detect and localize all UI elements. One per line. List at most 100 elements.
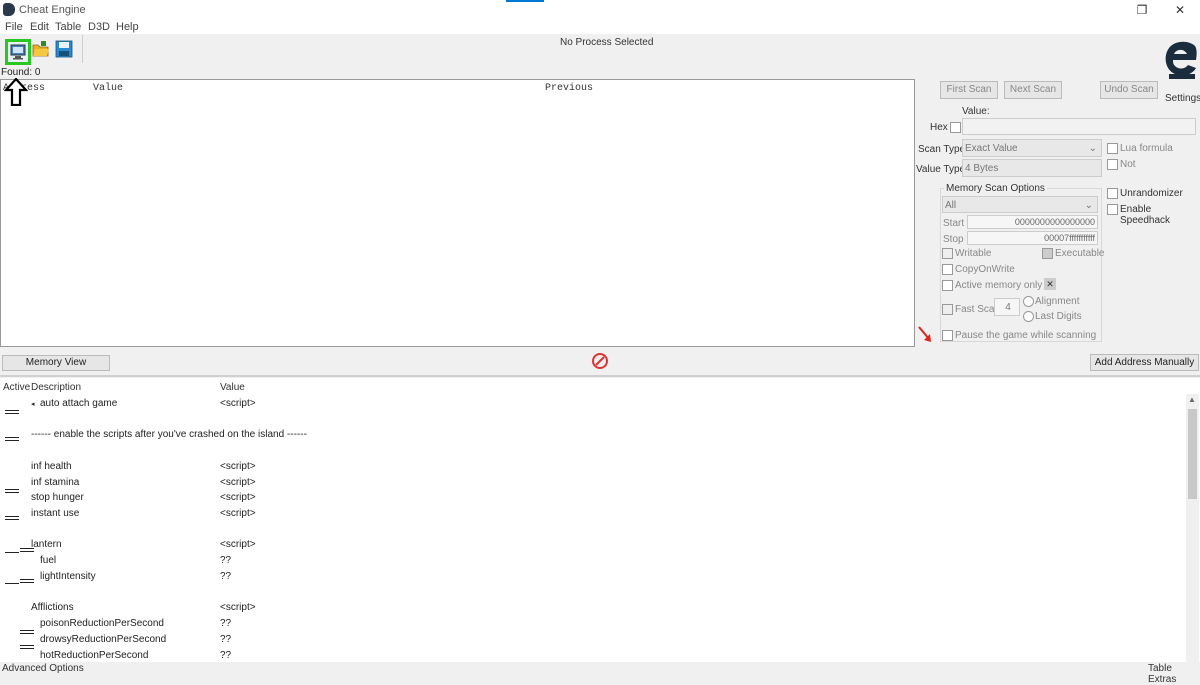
scroll-up-icon[interactable]: ▲ <box>1188 395 1196 404</box>
table-row-value[interactable]: <script> <box>220 508 256 519</box>
settings-logo-button[interactable] <box>1163 38 1199 80</box>
fast-scan-checkbox[interactable] <box>942 304 953 315</box>
speedhack-checkbox[interactable] <box>1107 204 1118 215</box>
table-row-description[interactable]: drowsyReductionPerSecond <box>40 634 166 645</box>
memory-region-select[interactable]: All ⌄ <box>942 196 1098 213</box>
unrandomizer-label: Unrandomizer <box>1120 188 1183 199</box>
title-bar <box>0 0 1200 20</box>
writable-checkbox[interactable] <box>942 248 953 259</box>
table-row-description[interactable]: fuel <box>40 555 56 566</box>
active-checkbox[interactable] <box>5 437 19 441</box>
executable-checkbox[interactable] <box>1042 248 1053 259</box>
header-description[interactable]: Description <box>31 382 81 393</box>
active-checkbox[interactable] <box>5 489 19 493</box>
table-row-description[interactable]: instant use <box>31 508 79 519</box>
last-digits-label: Last Digits <box>1035 311 1082 322</box>
save-button[interactable] <box>55 40 73 58</box>
scrollbar-thumb[interactable] <box>1188 409 1197 499</box>
table-row-value[interactable]: ?? <box>220 555 231 566</box>
last-digits-radio[interactable] <box>1023 311 1034 322</box>
next-scan-button[interactable]: Next Scan <box>1004 81 1062 99</box>
active-checkbox[interactable] <box>20 645 34 649</box>
header-active[interactable]: Active <box>3 382 30 393</box>
stop-address-input[interactable]: 00007fffffffffff <box>967 231 1098 245</box>
active-checkbox[interactable] <box>5 552 19 553</box>
active-checkbox[interactable] <box>20 630 34 634</box>
scan-type-label: Scan Type <box>918 144 966 155</box>
active-checkbox[interactable] <box>5 516 19 520</box>
table-row-value[interactable]: <script> <box>220 477 256 488</box>
table-row-value[interactable]: <script> <box>220 539 256 550</box>
menu-edit[interactable]: Edit <box>30 21 49 33</box>
header-value[interactable]: Value <box>220 382 245 393</box>
undo-scan-button[interactable]: Undo Scan <box>1100 81 1158 99</box>
memory-view-button[interactable]: Memory View <box>2 355 110 371</box>
up-arrow-annotation-icon <box>3 77 29 109</box>
menu-d3d[interactable]: D3D <box>88 21 110 33</box>
pause-game-checkbox[interactable] <box>942 330 953 341</box>
table-row-description[interactable]: stop hunger <box>31 492 84 503</box>
pointer-arrow-icon[interactable] <box>917 325 933 346</box>
table-row-description[interactable]: inf health <box>31 461 72 472</box>
table-row-value[interactable]: ?? <box>220 634 231 645</box>
menu-help[interactable]: Help <box>116 21 139 33</box>
scan-type-select[interactable]: Exact Value ⌄ <box>962 139 1102 157</box>
table-row-value[interactable]: <script> <box>220 461 256 472</box>
table-row-value[interactable]: <script> <box>220 492 256 503</box>
table-row-value[interactable]: ?? <box>220 650 231 661</box>
copyonwrite-checkbox[interactable] <box>942 264 953 275</box>
table-row-description[interactable]: inf stamina <box>31 477 79 488</box>
close-icon[interactable]: ✕ <box>1044 278 1056 290</box>
panel-splitter[interactable] <box>0 375 1200 377</box>
scan-results-list[interactable] <box>0 79 915 347</box>
first-scan-button[interactable]: First Scan <box>940 81 998 99</box>
open-process-button[interactable] <box>5 39 31 65</box>
menu-file[interactable]: File <box>5 21 23 33</box>
cheat-engine-logo-icon <box>1165 41 1197 79</box>
not-label: Not <box>1120 159 1136 170</box>
expand-arrow-icon[interactable]: ◂ <box>31 400 35 408</box>
table-row-description[interactable]: Afflictions <box>31 602 74 613</box>
column-previous[interactable]: Previous <box>545 83 593 94</box>
menu-table[interactable]: Table <box>55 21 81 33</box>
unrandomizer-checkbox[interactable] <box>1107 188 1118 199</box>
restore-button[interactable]: ❐ <box>1132 2 1152 18</box>
stop-icon[interactable] <box>592 353 608 369</box>
table-row-value[interactable]: ?? <box>220 618 231 629</box>
table-row-value[interactable]: <script> <box>220 602 256 613</box>
table-row-description[interactable]: ------ enable the scripts after you've c… <box>31 429 307 440</box>
close-button[interactable]: ✕ <box>1170 2 1190 18</box>
table-row-description[interactable]: auto attach game <box>40 398 117 409</box>
table-row-description[interactable]: lantern <box>31 539 62 550</box>
memory-options-title: Memory Scan Options <box>944 183 1047 194</box>
lua-formula-checkbox[interactable] <box>1107 143 1118 154</box>
table-row-description[interactable]: poisonReductionPerSecond <box>40 618 164 629</box>
active-checkbox[interactable] <box>5 583 19 584</box>
hex-checkbox[interactable] <box>950 122 961 133</box>
alignment-radio[interactable] <box>1023 296 1034 307</box>
cheat-table[interactable] <box>0 378 1200 662</box>
value-type-select[interactable]: 4 Bytes <box>962 159 1102 177</box>
table-row-value[interactable]: ?? <box>220 571 231 582</box>
open-file-button[interactable] <box>32 40 50 58</box>
active-checkbox[interactable] <box>20 579 34 583</box>
column-value[interactable]: Value <box>93 83 123 94</box>
add-address-manually-button[interactable]: Add Address Manually <box>1090 354 1199 371</box>
title-accent-line <box>506 0 544 2</box>
scan-value-input[interactable] <box>962 118 1196 135</box>
advanced-options-link[interactable]: Advanced Options <box>2 663 84 674</box>
table-row-description[interactable]: hotReductionPerSecond <box>40 650 148 661</box>
fast-scan-input[interactable]: 4 <box>994 298 1020 316</box>
table-extras-link[interactable]: Table Extras <box>1148 663 1200 685</box>
settings-label[interactable]: Settings <box>1165 93 1200 104</box>
menu-bar <box>0 20 1200 34</box>
active-memory-checkbox[interactable] <box>942 280 953 291</box>
speedhack-label: Enable Speedhack <box>1120 204 1171 226</box>
table-row-value[interactable]: <script> <box>220 398 256 409</box>
active-checkbox[interactable] <box>5 410 19 414</box>
chevron-down-icon: ⌄ <box>1088 143 1097 154</box>
table-row-description[interactable]: lightIntensity <box>40 571 96 582</box>
window-title: Cheat Engine <box>19 4 86 16</box>
start-address-input[interactable]: 0000000000000000 <box>967 215 1098 229</box>
not-checkbox[interactable] <box>1107 159 1118 170</box>
